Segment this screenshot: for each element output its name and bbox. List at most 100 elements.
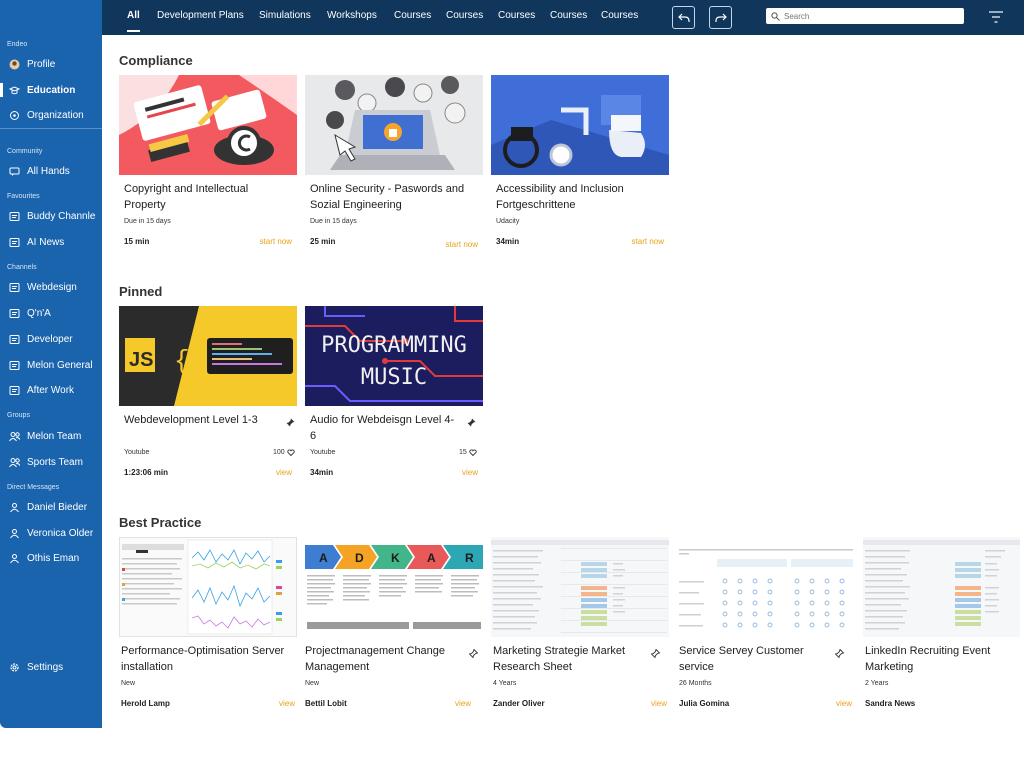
sidebar-item-after-work[interactable]: After Work: [0, 380, 102, 400]
sidebar-item-settings[interactable]: Settings: [0, 657, 102, 677]
person-icon: [9, 502, 20, 513]
view-link[interactable]: view: [836, 699, 852, 708]
likes-count: 100: [273, 449, 295, 456]
sidebar-item-qna[interactable]: Q'n'A: [0, 303, 102, 323]
pinned-thumbnail: JS {: [119, 306, 297, 406]
pin-icon[interactable]: [286, 418, 295, 427]
view-link[interactable]: view: [276, 468, 292, 477]
course-card[interactable]: Online Security - Paswords and Sozial En…: [305, 75, 483, 250]
redo-button[interactable]: [709, 6, 732, 29]
pinned-title: Audio for Webdeisgn Level 4-6: [310, 414, 455, 442]
sidebar-item-organization[interactable]: Organization: [0, 105, 102, 125]
pin-icon[interactable]: [467, 418, 476, 427]
sidebar-item-othis-eman[interactable]: Othis Eman: [0, 548, 102, 568]
sidebar-item-daniel-bieder[interactable]: Daniel Bieder: [0, 497, 102, 517]
best-practice-age: 26 Months: [679, 680, 712, 687]
tab-simulations[interactable]: Simulations: [259, 10, 311, 21]
sidebar-item-buddy-channle[interactable]: Buddy Channle: [0, 206, 102, 226]
view-link[interactable]: view: [455, 699, 471, 708]
start-now-link[interactable]: start now: [260, 237, 292, 246]
tab-courses[interactable]: Courses: [394, 10, 431, 21]
gear-icon: [9, 662, 20, 673]
heart-icon[interactable]: [287, 449, 295, 456]
sidebar-item-webdesign[interactable]: Webdesign: [0, 277, 102, 297]
section-label-channels: Channels: [7, 264, 37, 271]
copyright-illustration: [119, 75, 297, 175]
filter-icon[interactable]: [989, 11, 1003, 23]
pinned-card[interactable]: PROGRAMMING MUSIC Audio for Webdeisgn Le…: [305, 306, 483, 481]
best-practice-author: Zander Oliver: [493, 699, 545, 708]
best-practice-age: 4 Years: [493, 680, 517, 687]
tab-courses[interactable]: Courses: [550, 10, 587, 21]
best-practice-author: Julia Gomina: [679, 699, 730, 708]
view-link[interactable]: view: [279, 699, 295, 708]
best-practice-card[interactable]: Performance-Optimisation Server installa…: [119, 537, 297, 712]
course-title: Copyright and Intellectual Property: [124, 183, 249, 211]
course-thumbnail: [119, 75, 297, 175]
search-box[interactable]: [766, 8, 964, 24]
tab-workshops[interactable]: Workshops: [327, 10, 377, 21]
sidebar-item-profile[interactable]: Profile: [0, 54, 102, 74]
person-icon: [9, 528, 20, 539]
online-security-illustration: [305, 75, 483, 175]
tab-courses[interactable]: Courses: [601, 10, 638, 21]
sidebar-item-developer[interactable]: Developer: [0, 329, 102, 349]
course-title: Accessibility and Inclusion Fortgeschrit…: [496, 183, 624, 211]
sidebar-item-sports-team[interactable]: Sports Team: [0, 452, 102, 472]
course-provider: Udacity: [496, 218, 520, 225]
pinned-source: Youtube: [124, 449, 150, 456]
tab-courses[interactable]: Courses: [498, 10, 535, 21]
channel-icon: [9, 237, 20, 248]
best-practice-card[interactable]: LinkedIn Recruiting Event Marketing 2 Ye…: [863, 537, 1020, 712]
best-practice-author: Sandra News: [865, 699, 916, 708]
tab-development-plans[interactable]: Development Plans: [157, 10, 244, 21]
sidebar-item-education[interactable]: Education: [0, 80, 102, 100]
best-practice-author: Herold Lamp: [121, 699, 170, 708]
undo-button[interactable]: [672, 6, 695, 29]
chat-icon: [9, 166, 20, 177]
pinned-duration: 1:23:06 min: [124, 468, 169, 477]
start-now-link[interactable]: start now: [632, 237, 664, 246]
sidebar-item-veronica-older[interactable]: Veronica Older: [0, 523, 102, 543]
adkar-diagram: A D K A R: [305, 545, 483, 629]
heart-icon[interactable]: [469, 449, 477, 456]
course-card[interactable]: Accessibility and Inclusion Fortgeschrit…: [491, 75, 669, 250]
best-practice-card[interactable]: A D K A R Projectmanagement Change Manag…: [305, 537, 483, 712]
sidebar-item-ai-news[interactable]: AI News: [0, 232, 102, 252]
pin-icon[interactable]: [469, 649, 478, 658]
best-practice-title: Performance-Optimisation Server installa…: [121, 645, 285, 673]
sidebar-item-melon-general[interactable]: Melon General: [0, 355, 102, 375]
adkar-letter: K: [391, 551, 400, 565]
section-label-endeo: Endeo: [7, 41, 28, 48]
channel-icon: [9, 360, 20, 371]
sidebar-item-melon-team[interactable]: Melon Team: [0, 426, 102, 446]
view-link[interactable]: view: [651, 699, 667, 708]
pinned-card[interactable]: JS { Webdevelopment Level 1-3 Youtube 10…: [119, 306, 297, 481]
course-card[interactable]: Copyright and Intellectual Property Due …: [119, 75, 297, 250]
best-practice-author: Bettil Lobit: [305, 699, 347, 708]
programming-word: PROGRAMMING: [321, 333, 467, 358]
organization-icon: [9, 110, 20, 121]
survey-thumbnail: [677, 537, 855, 637]
tab-all[interactable]: All: [127, 10, 140, 32]
javascript-illustration: JS {: [119, 306, 297, 406]
best-practice-age: 2 Years: [865, 680, 889, 687]
view-link[interactable]: view: [462, 468, 478, 477]
search-input[interactable]: [780, 11, 954, 21]
avatar-icon: [9, 59, 20, 70]
pin-icon[interactable]: [835, 649, 844, 658]
section-label-direct-messages: Direct Messages: [7, 484, 60, 491]
sidebar-item-all-hands[interactable]: All Hands: [0, 161, 102, 181]
divider: [0, 128, 102, 129]
section-label-favourites: Favourites: [7, 193, 40, 200]
adkar-letter: A: [319, 551, 328, 565]
pinned-thumbnail: PROGRAMMING MUSIC: [305, 306, 483, 406]
pin-icon[interactable]: [651, 649, 660, 658]
best-practice-title: Service Servey Customer service: [679, 645, 804, 673]
best-practice-card[interactable]: Marketing Strategie Market Research Shee…: [491, 537, 669, 712]
channel-icon: [9, 211, 20, 222]
start-now-link[interactable]: start now: [446, 240, 478, 249]
pinned-duration: 34min: [310, 468, 334, 477]
best-practice-card[interactable]: Service Servey Customer service 26 Month…: [677, 537, 855, 712]
tab-courses[interactable]: Courses: [446, 10, 483, 21]
